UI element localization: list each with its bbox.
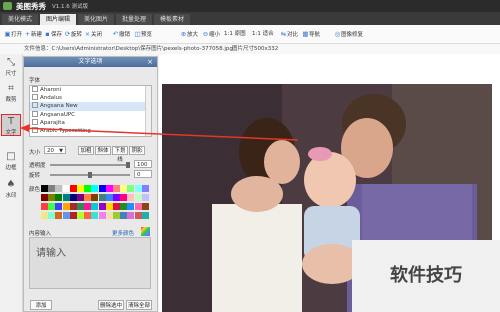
annotation-arrow <box>20 124 299 141</box>
